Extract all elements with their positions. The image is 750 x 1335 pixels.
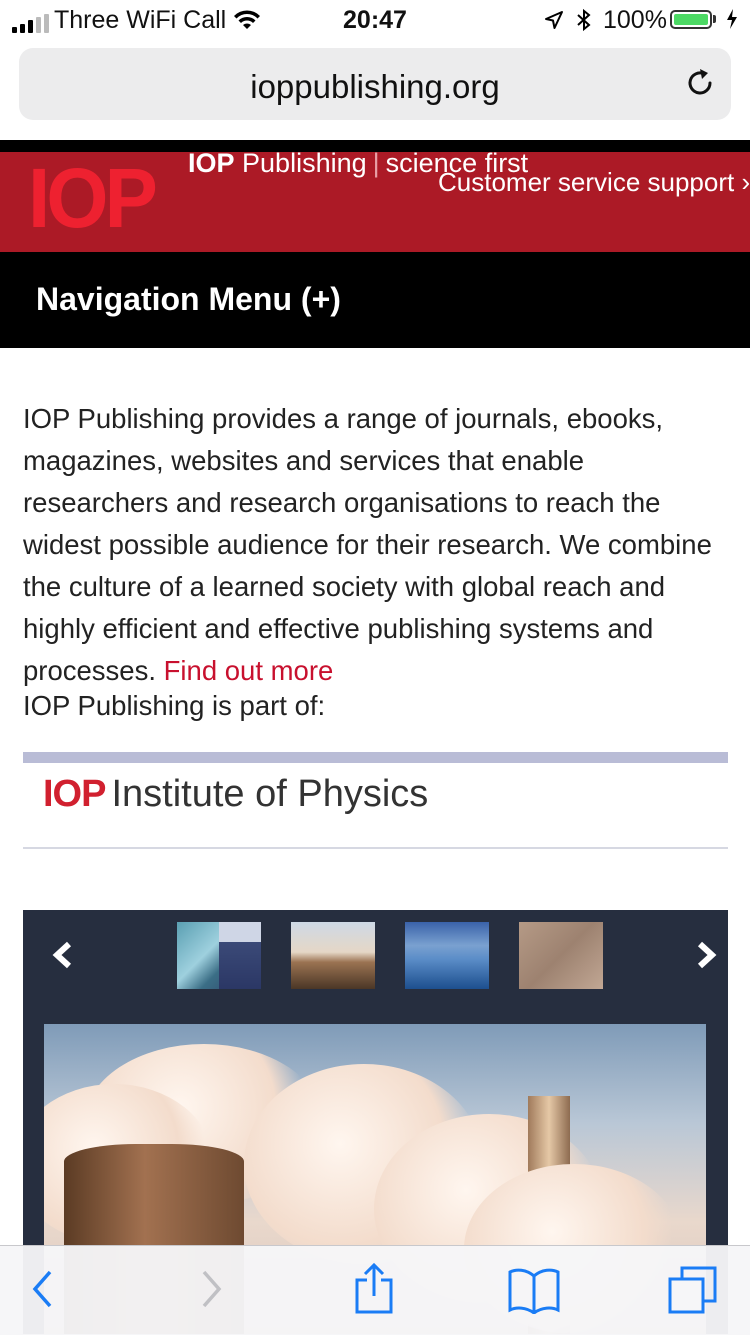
intro-paragraph: IOP Publishing provides a range of journ…: [23, 398, 723, 692]
iop-logo[interactable]: IOP: [28, 152, 158, 247]
chevron-right-icon[interactable]: [694, 940, 718, 970]
thumbnail-power-plant[interactable]: [291, 922, 375, 989]
bookmarks-icon[interactable]: [506, 1266, 562, 1314]
institute-of-physics-banner[interactable]: IOP Institute of Physics: [23, 752, 728, 849]
chevron-left-icon[interactable]: [51, 940, 75, 970]
battery-icon: [670, 10, 712, 29]
customer-service-link[interactable]: Customer service support ›: [438, 167, 750, 198]
find-out-more-link[interactable]: Find out more: [164, 655, 334, 686]
intro-text: IOP Publishing provides a range of journ…: [23, 403, 712, 686]
reload-icon[interactable]: [683, 66, 717, 100]
institute-of-physics-logo: IOP Institute of Physics: [43, 773, 428, 816]
part-of-label: IOP Publishing is part of:: [23, 690, 326, 721]
forward-icon[interactable]: [198, 1268, 224, 1310]
thumbnail-icebergs[interactable]: [405, 922, 489, 989]
charging-bolt-icon: [727, 9, 737, 29]
url-text[interactable]: ioppublishing.org: [19, 68, 731, 106]
battery-tip: [713, 15, 716, 23]
tagline-separator: |: [372, 152, 380, 178]
iop-logo-mark: IOP: [43, 773, 106, 815]
navigation-menu-toggle[interactable]: Navigation Menu (+): [0, 252, 750, 348]
address-bar[interactable]: ioppublishing.org: [19, 48, 731, 120]
share-icon[interactable]: [352, 1262, 396, 1316]
battery-percent: 100%: [603, 6, 667, 34]
navigation-menu-label: Navigation Menu (+): [36, 281, 341, 317]
browser-address-area: ioppublishing.org: [0, 40, 750, 140]
iop-logo-text: Institute of Physics: [111, 773, 429, 815]
brand-iop: IOP: [188, 152, 235, 178]
thumbnail-skin-texture[interactable]: [519, 922, 603, 989]
back-icon[interactable]: [30, 1268, 56, 1310]
header-top-strip: [0, 140, 750, 152]
brand-publishing: Publishing: [242, 152, 367, 178]
location-arrow-icon: [545, 11, 563, 29]
thumbnail-journal-covers[interactable]: [177, 922, 261, 989]
bluetooth-icon: [577, 8, 591, 32]
status-bar: Three WiFi Call 20:47 100%: [0, 0, 750, 40]
site-header: IOP IOP Publishing | science first Custome…: [0, 152, 750, 252]
browser-toolbar: [0, 1245, 750, 1335]
tabs-icon[interactable]: [666, 1264, 720, 1316]
